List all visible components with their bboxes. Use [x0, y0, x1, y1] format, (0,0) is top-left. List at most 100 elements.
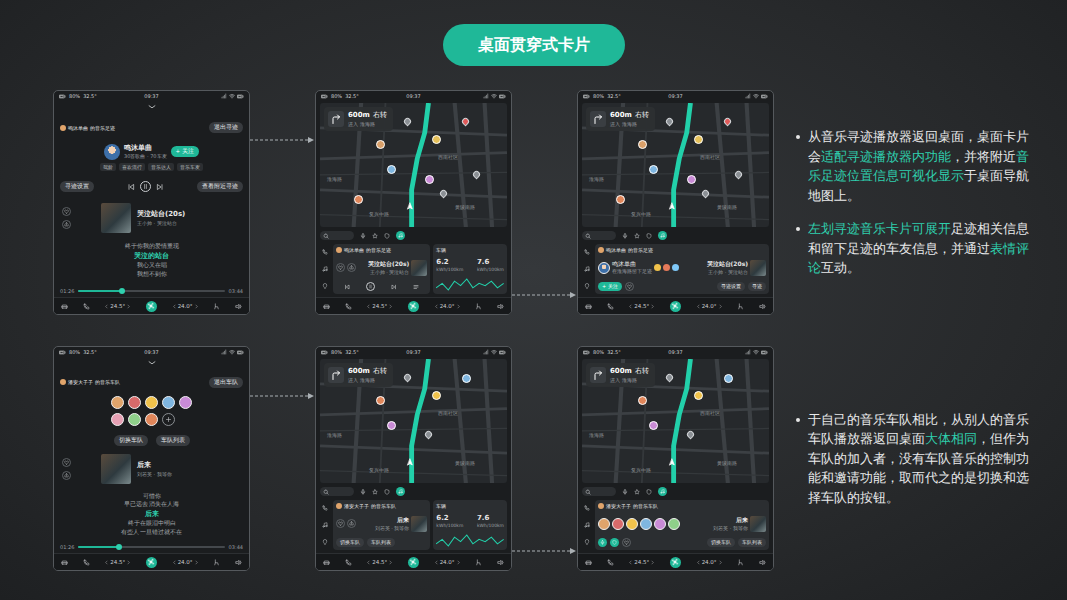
- pin-icon[interactable]: [584, 283, 590, 289]
- mic-icon[interactable]: [360, 233, 366, 239]
- team-button[interactable]: 切换车队: [114, 435, 148, 446]
- right-icon[interactable]: [388, 304, 393, 309]
- like-button[interactable]: [336, 519, 345, 528]
- heart-icon[interactable]: [338, 265, 343, 270]
- member-avatar[interactable]: [145, 396, 158, 409]
- add-member[interactable]: [162, 413, 175, 426]
- right-icon[interactable]: [456, 560, 461, 565]
- footprint-pin[interactable]: [724, 374, 733, 383]
- left-icon[interactable]: [696, 560, 701, 565]
- chevron-icon[interactable]: [147, 102, 157, 112]
- seat-icon[interactable]: [213, 303, 220, 310]
- volume-icon[interactable]: [235, 303, 242, 310]
- footprint-pin[interactable]: [616, 195, 625, 204]
- music-icon[interactable]: [398, 489, 403, 494]
- heart-icon[interactable]: [338, 521, 343, 526]
- footprint-pin[interactable]: [403, 116, 413, 126]
- navigation-card[interactable]: 600m右转进入 淮海路: [586, 363, 655, 387]
- right-icon[interactable]: [650, 560, 655, 565]
- search-icon[interactable]: [323, 489, 329, 495]
- driver-temp[interactable]: 24.5°: [104, 303, 131, 310]
- progress-track[interactable]: [78, 546, 224, 548]
- member-avatar[interactable]: [612, 518, 624, 530]
- expanded-music-card[interactable]: 鸣沐单曲 的音乐足迹鸣沐单曲在淮海路留下足迹哭泣站台(20s)王小帅 · 哭泣站…: [595, 244, 769, 294]
- like-button[interactable]: [336, 263, 345, 272]
- seat-icon[interactable]: [475, 303, 482, 310]
- follow-button[interactable]: + 关注: [171, 146, 199, 157]
- music-trace-button[interactable]: [396, 231, 405, 240]
- passenger-temp[interactable]: 24.0°: [172, 303, 199, 310]
- pause-icon[interactable]: [368, 284, 373, 289]
- shield-icon[interactable]: [646, 233, 652, 239]
- footprint-pin[interactable]: [649, 421, 658, 430]
- fan-icon[interactable]: [409, 558, 417, 566]
- vehicle-card[interactable]: 车辆6.2kWh/100km7.6kWh/100km: [433, 500, 507, 550]
- passenger-temp[interactable]: 24.0°: [696, 559, 723, 566]
- footprint-pin[interactable]: [462, 374, 471, 383]
- collapse-handle[interactable]: [60, 102, 243, 112]
- phone-icon[interactable]: [345, 303, 352, 310]
- volume-icon[interactable]: [759, 559, 766, 566]
- share-button[interactable]: [347, 263, 356, 272]
- plus-icon[interactable]: [165, 416, 172, 423]
- driver-temp[interactable]: 24.5°: [366, 303, 393, 310]
- fan-icon[interactable]: [671, 302, 679, 310]
- footprint-pin[interactable]: [461, 116, 471, 126]
- footprint-pin[interactable]: [694, 135, 703, 144]
- music-icon[interactable]: [660, 233, 665, 238]
- like-button[interactable]: [625, 282, 634, 291]
- right-icon[interactable]: [194, 560, 199, 565]
- star-icon[interactable]: [634, 233, 640, 239]
- music-icon[interactable]: [584, 522, 590, 528]
- search-box[interactable]: [582, 487, 616, 496]
- emoji-reaction[interactable]: [663, 264, 670, 271]
- car-icon[interactable]: [323, 559, 330, 566]
- map[interactable]: 淮海路西南社区复兴中路黄陂南路600m右转进入 淮海路: [320, 103, 507, 227]
- fan-icon[interactable]: [671, 558, 679, 566]
- member-avatar[interactable]: [111, 396, 124, 409]
- mic-icon[interactable]: [622, 233, 628, 239]
- nearby-button[interactable]: 查看附近寻迹: [197, 181, 243, 192]
- search-box[interactable]: [320, 231, 354, 240]
- share-icon[interactable]: [64, 222, 69, 227]
- member-avatar[interactable]: [640, 518, 652, 530]
- footprint-pin[interactable]: [403, 372, 413, 382]
- volume-icon[interactable]: [759, 303, 766, 310]
- footprint-avatar[interactable]: [598, 262, 610, 274]
- card-button[interactable]: 切换车队: [707, 538, 735, 547]
- right-icon[interactable]: [126, 304, 131, 309]
- share-button[interactable]: [62, 220, 71, 229]
- fan-button[interactable]: [146, 557, 157, 568]
- member-avatar[interactable]: [179, 396, 192, 409]
- passenger-temp[interactable]: 24.0°: [434, 303, 461, 310]
- search-icon[interactable]: [323, 233, 329, 239]
- music-trace-button[interactable]: [658, 231, 667, 240]
- left-icon[interactable]: [628, 560, 633, 565]
- search-box[interactable]: [320, 487, 354, 496]
- pin-icon[interactable]: [322, 283, 328, 289]
- fan-button[interactable]: [408, 301, 419, 312]
- left-icon[interactable]: [366, 304, 371, 309]
- share-icon[interactable]: [349, 265, 354, 270]
- passenger-temp[interactable]: 24.0°: [696, 303, 723, 310]
- member-avatar[interactable]: [598, 518, 610, 530]
- member-avatar[interactable]: [145, 413, 158, 426]
- music-icon[interactable]: [584, 266, 590, 272]
- music-card[interactable]: 鸣沐单曲 的音乐足迹哭泣站台(20s)王小帅 · 哭泣站台: [333, 244, 430, 294]
- team-button[interactable]: 切换车队: [336, 538, 364, 547]
- footprint-pin[interactable]: [665, 116, 675, 126]
- right-icon[interactable]: [388, 560, 393, 565]
- progress-track[interactable]: [78, 290, 224, 292]
- car-icon[interactable]: [323, 303, 330, 310]
- passenger-temp[interactable]: 24.0°: [172, 559, 199, 566]
- star-icon[interactable]: [372, 489, 378, 495]
- footprint-pin[interactable]: [387, 421, 396, 430]
- footprint-pin[interactable]: [700, 188, 710, 198]
- driver-temp[interactable]: 24.5°: [628, 559, 655, 566]
- seat-icon[interactable]: [475, 559, 482, 566]
- heart-icon[interactable]: [64, 460, 69, 465]
- emoji-reaction[interactable]: [672, 264, 679, 271]
- driver-temp[interactable]: 24.5°: [104, 559, 131, 566]
- right-icon[interactable]: [718, 560, 723, 565]
- progress-knob[interactable]: [116, 544, 122, 550]
